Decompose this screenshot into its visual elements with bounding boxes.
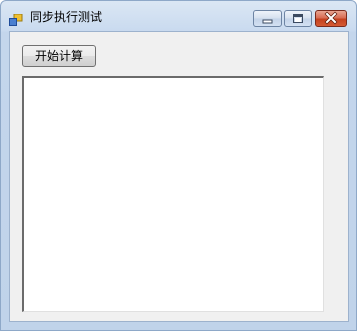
window-title: 同步执行测试 — [30, 10, 103, 24]
maximize-icon — [293, 14, 303, 23]
maximize-button[interactable] — [284, 10, 312, 27]
app-window: 同步执行测试 开始计算 — [0, 0, 357, 331]
start-calculation-button[interactable]: 开始计算 — [22, 45, 96, 67]
app-window-icon — [9, 11, 23, 26]
minimize-button[interactable] — [253, 10, 282, 27]
close-button[interactable] — [315, 10, 347, 27]
client-area: 开始计算 — [9, 31, 349, 322]
output-textbox[interactable] — [22, 76, 324, 312]
close-icon — [324, 11, 338, 25]
minimize-icon — [262, 19, 273, 24]
title-bar[interactable]: 同步执行测试 — [1, 1, 356, 31]
